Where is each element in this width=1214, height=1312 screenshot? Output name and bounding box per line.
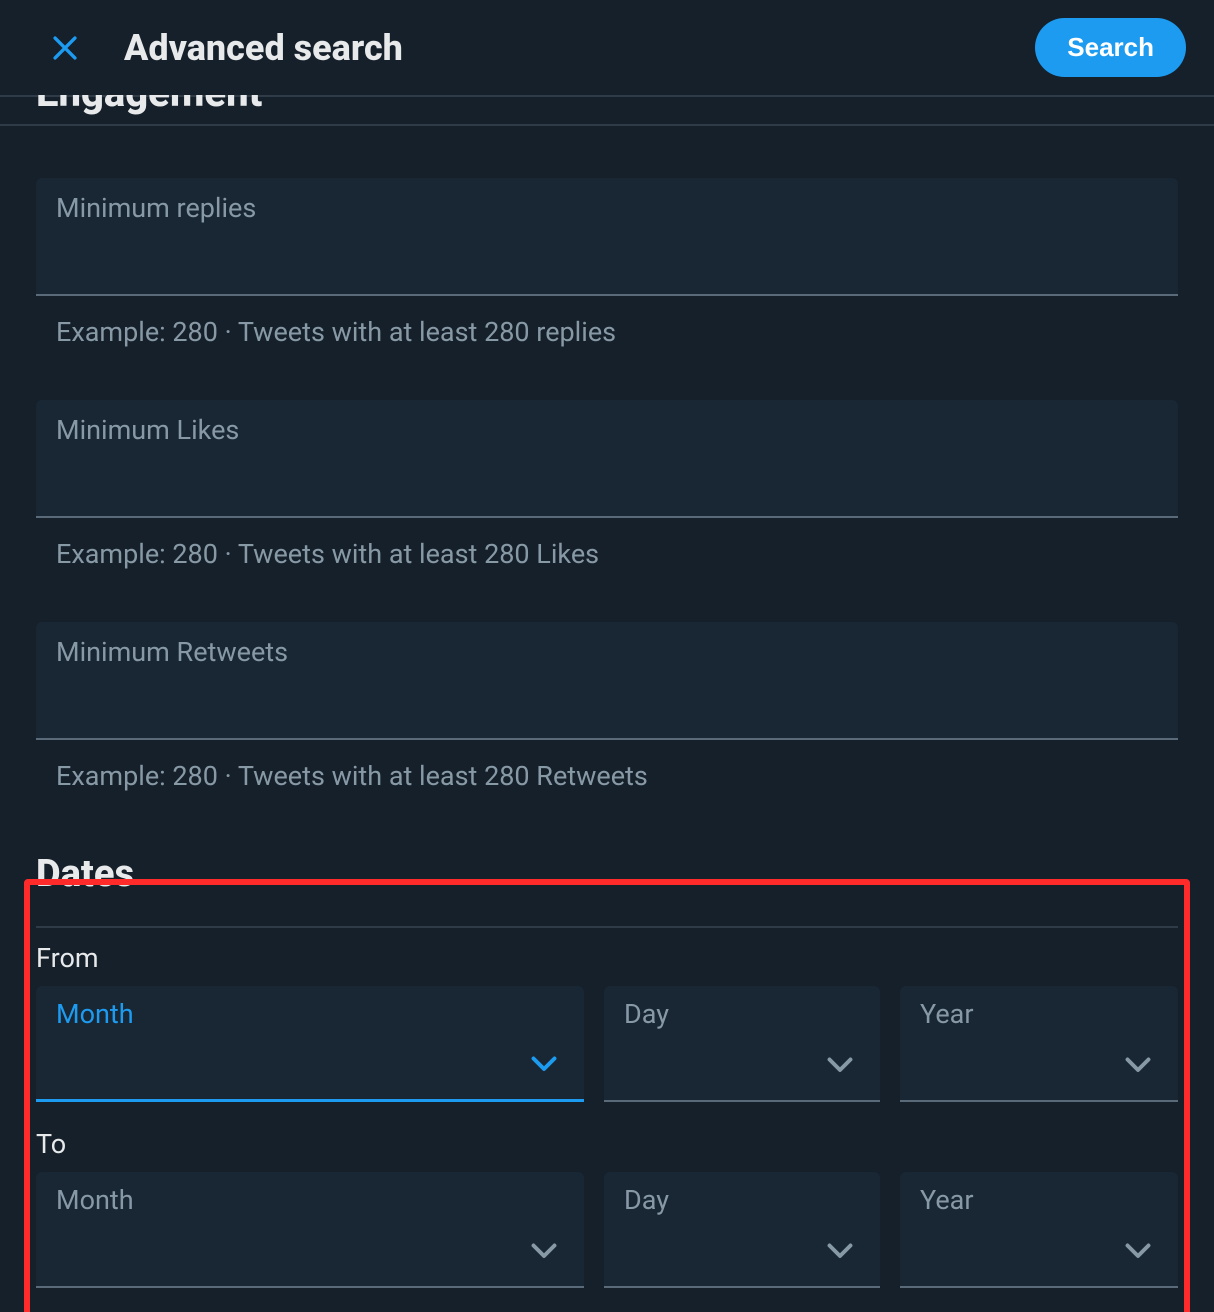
from-year-label: Year	[920, 998, 1158, 1030]
min-likes-field[interactable]: Minimum Likes	[36, 400, 1178, 518]
chevron-down-icon	[822, 1046, 858, 1082]
min-replies-example: Example: 280 · Tweets with at least 280 …	[36, 316, 1178, 348]
min-replies-label: Minimum replies	[56, 192, 1158, 224]
dates-divider	[36, 926, 1178, 928]
min-retweets-field[interactable]: Minimum Retweets	[36, 622, 1178, 740]
min-retweets-example: Example: 280 · Tweets with at least 280 …	[36, 760, 1178, 792]
to-selects: Month Day Year	[36, 1172, 1178, 1288]
min-replies-field[interactable]: Minimum replies	[36, 178, 1178, 296]
modal-header: Advanced search Search	[0, 0, 1214, 95]
from-year-select[interactable]: Year	[900, 986, 1178, 1102]
to-day-label: Day	[624, 1184, 860, 1216]
dates-section: Dates From Month Day Year	[0, 832, 1214, 1312]
section-divider	[0, 124, 1214, 126]
from-month-select[interactable]: Month	[36, 986, 584, 1102]
chevron-down-icon	[526, 1045, 562, 1081]
from-month-label: Month	[56, 998, 564, 1030]
chevron-down-icon	[822, 1232, 858, 1268]
engagement-section: Minimum replies Example: 280 · Tweets wi…	[0, 178, 1214, 792]
to-year-select[interactable]: Year	[900, 1172, 1178, 1288]
advanced-search-modal: Advanced search Search Engagement Minimu…	[0, 0, 1214, 1312]
modal-title: Advanced search	[124, 27, 403, 69]
min-likes-label: Minimum Likes	[56, 414, 1158, 446]
from-day-select[interactable]: Day	[604, 986, 880, 1102]
to-month-select[interactable]: Month	[36, 1172, 584, 1288]
search-button[interactable]: Search	[1035, 18, 1186, 77]
chevron-down-icon	[1120, 1046, 1156, 1082]
min-likes-example: Example: 280 · Tweets with at least 280 …	[36, 538, 1178, 570]
to-label: To	[36, 1128, 1178, 1160]
from-selects: Month Day Year	[36, 986, 1178, 1102]
to-month-label: Month	[56, 1184, 564, 1216]
from-day-label: Day	[624, 998, 860, 1030]
modal-content: Engagement Minimum replies Example: 280 …	[0, 69, 1214, 1312]
dates-heading: Dates	[36, 852, 1178, 896]
to-year-label: Year	[920, 1184, 1158, 1216]
chevron-down-icon	[526, 1232, 562, 1268]
chevron-down-icon	[1120, 1232, 1156, 1268]
min-retweets-label: Minimum Retweets	[56, 636, 1158, 668]
to-day-select[interactable]: Day	[604, 1172, 880, 1288]
from-label: From	[36, 942, 1178, 974]
close-icon[interactable]	[48, 31, 82, 65]
header-left: Advanced search	[48, 27, 403, 69]
